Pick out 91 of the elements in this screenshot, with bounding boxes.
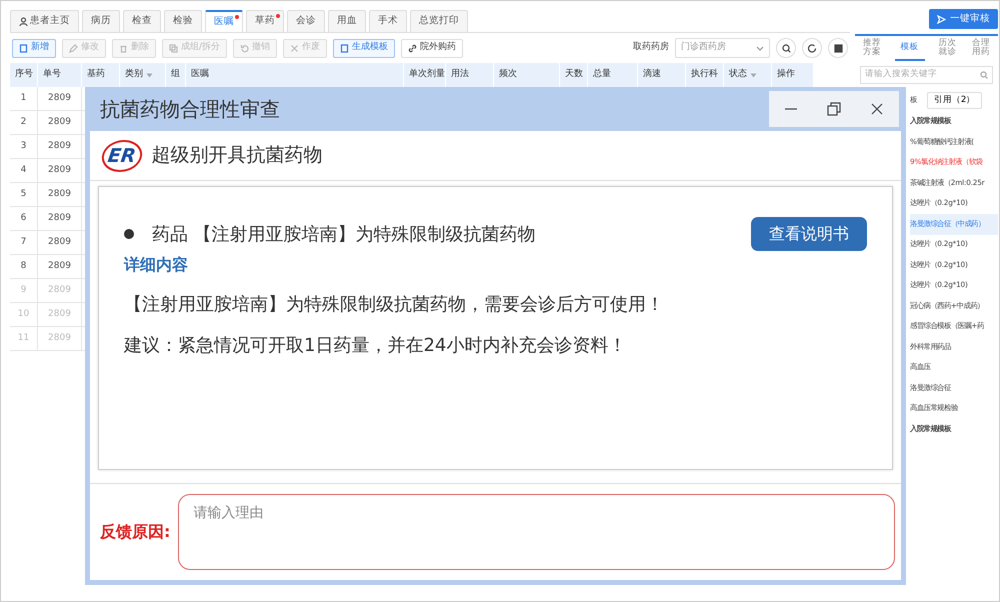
table-cell: 2809: [38, 255, 82, 279]
restore-icon[interactable]: [826, 102, 841, 116]
trash-icon: [119, 44, 128, 52]
panel-tab[interactable]: 推荐方案: [860, 39, 883, 61]
table-cell: 2809: [38, 135, 82, 159]
search-icon: [782, 44, 790, 52]
panel-tab[interactable]: 合理用药: [970, 39, 992, 61]
table-cell: 8: [10, 255, 38, 279]
tab[interactable]: 用血: [328, 10, 366, 32]
cross-icon: [290, 44, 300, 52]
column-header: 组: [166, 63, 186, 87]
column-header: 状态: [724, 63, 772, 87]
tab[interactable]: 会诊: [287, 10, 325, 32]
tab[interactable]: 检验: [164, 10, 202, 32]
copy-icon: [169, 44, 178, 52]
close-icon[interactable]: [870, 102, 884, 116]
details-label: 详细内容: [124, 254, 189, 276]
table-cell: 9: [10, 279, 38, 303]
column-header: 序号: [10, 63, 38, 87]
table-cell: 4: [10, 159, 38, 183]
toolbar-button[interactable]: [776, 38, 796, 58]
filter-icon: [146, 72, 153, 78]
table-cell: 2809: [38, 183, 82, 207]
column-header: 操作: [772, 63, 814, 87]
tab[interactable]: 总览打印: [410, 10, 468, 32]
column-header: 基药: [82, 63, 120, 87]
panel-tab[interactable]: 模板: [894, 39, 925, 61]
table-cell: 7: [10, 231, 38, 255]
person-icon: [19, 17, 28, 26]
table-cell: 3: [10, 135, 38, 159]
logo: ER: [100, 140, 144, 172]
table-cell: 2809: [38, 327, 82, 351]
column-header: 医嘱: [186, 63, 404, 87]
column-header: 用法: [446, 63, 494, 87]
send-icon: [937, 14, 946, 24]
toolbar-button[interactable]: 院外购药: [401, 38, 464, 58]
column-header: 类别: [120, 63, 166, 87]
document-icon: [340, 44, 350, 52]
table-cell: 5: [10, 183, 38, 207]
search-icon: [980, 70, 988, 79]
undo-icon: [240, 44, 250, 52]
chevron-down-icon: [756, 46, 764, 50]
toolbar-button[interactable]: [802, 38, 822, 58]
panel-tab[interactable]: 历次就诊: [936, 39, 958, 61]
message-text: 药品 【注射用亚胺培南】为特殊限制级抗菌药物: [152, 222, 536, 246]
table-cell: 2809: [38, 159, 82, 183]
alert-dot: [235, 15, 239, 19]
column-header: 单号: [38, 63, 82, 87]
column-header: 总量: [588, 63, 638, 87]
toolbar-button[interactable]: 新增: [12, 38, 56, 58]
column-header: 天数: [560, 63, 588, 87]
table-cell: 6: [10, 207, 38, 231]
table-cell: 2809: [38, 231, 82, 255]
details-text: 建议：紧急情况可开取1日药量，并在24小时内补充会诊资料！: [124, 334, 628, 358]
column-header: 单次剂量: [404, 63, 446, 87]
tab[interactable]: 手术: [369, 10, 407, 32]
column-header: 滴速: [638, 63, 686, 87]
toolbar-button[interactable]: [828, 38, 848, 58]
table-cell: 2: [10, 111, 38, 135]
feedback-field[interactable]: 请输入理由: [178, 494, 895, 570]
refresh-icon: [808, 44, 816, 52]
filter-icon: [750, 72, 757, 78]
details-text: 【注射用亚胺培南】为特殊限制级抗菌药物，需要会诊后方可使用！: [124, 293, 665, 317]
tab[interactable]: 检查: [123, 10, 161, 32]
table-cell: 1: [10, 87, 38, 111]
document-icon: [19, 44, 28, 52]
bullet-icon: [124, 229, 134, 239]
toolbar-button[interactable]: 生成模板: [333, 38, 396, 58]
field-label: 取药药房: [633, 41, 669, 54]
table-cell: 2809: [38, 207, 82, 231]
table-cell: 10: [10, 303, 38, 327]
alert-dot: [276, 14, 280, 18]
feedback-label: 反馈原因:: [100, 521, 170, 543]
table-cell: 11: [10, 327, 38, 351]
tab[interactable]: 医嘱: [205, 10, 243, 32]
column-header: 频次: [494, 63, 560, 87]
cite-button[interactable]: 引用（2）: [926, 92, 982, 110]
table-cell: 2809: [38, 303, 82, 327]
link-icon: [408, 44, 418, 52]
manual-button[interactable]: 查看说明书: [751, 217, 867, 251]
tab[interactable]: 患者主页: [10, 10, 79, 32]
table-cell: 2809: [38, 279, 82, 303]
table-cell: 2809: [38, 87, 82, 111]
review-button[interactable]: 一键审核: [929, 9, 998, 29]
tab[interactable]: 草药: [246, 10, 284, 32]
column-header: 执行科: [686, 63, 724, 87]
pencil-icon: [69, 44, 78, 52]
tab[interactable]: 病历: [82, 10, 120, 32]
table-cell: 2809: [38, 111, 82, 135]
dialog-title: 抗菌药物合理性审查: [100, 96, 280, 123]
alert-heading: 超级别开具抗菌药物: [152, 143, 323, 168]
